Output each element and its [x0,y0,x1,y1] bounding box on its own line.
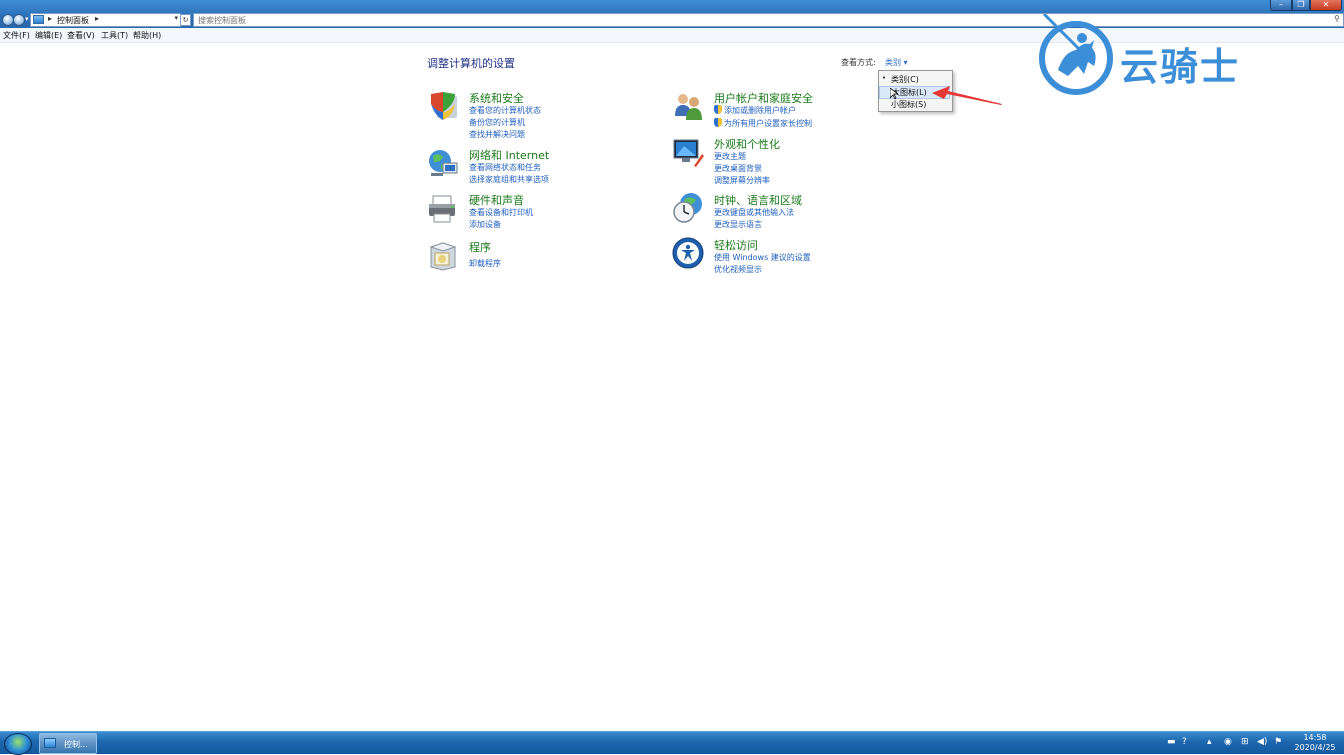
link-add-remove-accounts[interactable]: 添加或删除用户帐户 [714,105,796,116]
shield-icon[interactable] [427,90,459,122]
category-title-network-internet[interactable]: 网络和 Internet [469,147,549,163]
clock-globe-icon[interactable] [672,192,704,224]
programs-box-icon[interactable] [427,239,459,271]
search-icon[interactable]: ⚲ [1334,14,1340,23]
category-title-appearance[interactable]: 外观和个性化 [714,136,780,152]
maximize-button[interactable]: ❐ [1292,0,1310,11]
uac-shield-icon [714,118,722,127]
recent-pages-icon[interactable]: ▾ [25,15,29,23]
mouse-cursor-icon [890,88,898,100]
link-add-device[interactable]: 添加设备 [469,219,501,230]
uac-shield-icon [714,105,722,114]
link-keyboard-input[interactable]: 更改键盘或其他输入法 [714,207,794,218]
link-uninstall-program[interactable]: 卸载程序 [469,258,501,269]
taskbar-control-panel-button[interactable]: 控制... [39,733,97,754]
control-panel-icon [33,15,44,24]
link-display-language[interactable]: 更改显示语言 [714,219,762,230]
link-backup-computer[interactable]: 备份您的计算机 [469,117,525,128]
security-icon[interactable]: ◉ [1224,737,1232,747]
category-title-clock-language-region[interactable]: 时钟、语言和区域 [714,192,802,208]
volume-icon[interactable]: ◀) [1257,737,1267,747]
minimize-button[interactable]: – [1270,0,1292,11]
start-button[interactable] [4,733,32,755]
link-add-remove-accounts-label: 添加或删除用户帐户 [724,106,796,115]
clock-time: 14:58 [1303,733,1327,742]
clock[interactable]: 14:58 2020/4/25 [1290,733,1340,753]
keyboard-icon[interactable]: ▬ [1167,737,1176,747]
link-parental-controls-label: 为所有用户设置家长控制 [724,119,812,128]
menu-help[interactable]: 帮助(H) [133,30,161,41]
clock-date: 2020/4/25 [1294,743,1336,752]
link-change-theme[interactable]: 更改主题 [714,151,746,162]
annotation-arrow-icon [932,86,1002,105]
menu-tools[interactable]: 工具(T) [101,30,128,41]
link-windows-recommended[interactable]: 使用 Windows 建议的设置 [714,252,811,263]
category-title-user-accounts[interactable]: 用户帐户和家庭安全 [714,90,813,106]
view-by-dropdown[interactable]: 类别 ▾ [885,57,908,68]
close-button[interactable]: ✕ [1310,0,1342,11]
page-title: 调整计算机的设置 [427,57,515,70]
action-center-flag-icon[interactable]: ⚑ [1274,737,1282,747]
ease-of-access-icon[interactable] [672,237,704,269]
network-icon[interactable]: ⊞ [1241,737,1249,747]
printer-icon[interactable] [427,192,459,224]
link-parental-controls[interactable]: 为所有用户设置家长控制 [714,118,812,129]
help-icon[interactable]: ? [1182,737,1187,747]
users-icon[interactable] [672,90,704,122]
control-panel-icon [44,738,56,748]
address-dropdown-icon[interactable]: ▾ [174,14,178,22]
show-hidden-icons-icon[interactable]: ▴ [1207,737,1212,747]
address-bar[interactable]: ▸ 控制面板 ▸ ▾ [30,13,181,27]
link-screen-resolution[interactable]: 调整屏幕分辨率 [714,175,770,186]
link-devices-printers[interactable]: 查看设备和打印机 [469,207,533,218]
link-troubleshoot[interactable]: 查找并解决问题 [469,129,525,140]
menu-option-category[interactable]: 类别(C) [891,74,919,85]
link-network-status[interactable]: 查看网络状态和任务 [469,162,541,173]
selected-bullet-icon: • [882,74,887,82]
link-homegroup-sharing[interactable]: 选择家庭组和共享选项 [469,174,549,185]
network-globe-icon[interactable] [427,147,459,179]
watermark-logo: 云骑士 [1038,14,1300,96]
link-view-computer-status[interactable]: 查看您的计算机状态 [469,105,541,116]
refresh-button[interactable]: ↻ [180,14,191,26]
knight-logo-icon [1039,14,1113,95]
menu-view[interactable]: 查看(V) [67,30,95,41]
breadcrumb-control-panel[interactable]: 控制面板 [57,15,89,26]
link-optimize-display[interactable]: 优化视频显示 [714,264,762,275]
breadcrumb-separator-icon[interactable]: ▸ [48,14,52,23]
taskbar-button-label: 控制... [64,740,88,749]
link-desktop-background[interactable]: 更改桌面背景 [714,163,762,174]
category-title-ease-of-access[interactable]: 轻松访问 [714,237,758,253]
breadcrumb-chevron-icon[interactable]: ▸ [95,14,99,23]
watermark-text: 云骑士 [1120,45,1241,89]
category-title-system-security[interactable]: 系统和安全 [469,90,524,106]
forward-button[interactable] [13,14,25,26]
menu-edit[interactable]: 编辑(E) [35,30,62,41]
appearance-monitor-icon[interactable] [672,136,704,168]
category-title-hardware-sound[interactable]: 硬件和声音 [469,192,524,208]
category-title-programs[interactable]: 程序 [469,239,491,255]
taskbar: 控制... ▬ ? ▴ ◉ ⊞ ◀) ⚑ 14:58 2020/4/25 [0,731,1344,755]
view-by-label: 查看方式: [841,58,876,67]
menu-option-small-icons[interactable]: 小图标(S) [891,99,926,110]
menu-file[interactable]: 文件(F) [3,30,30,41]
